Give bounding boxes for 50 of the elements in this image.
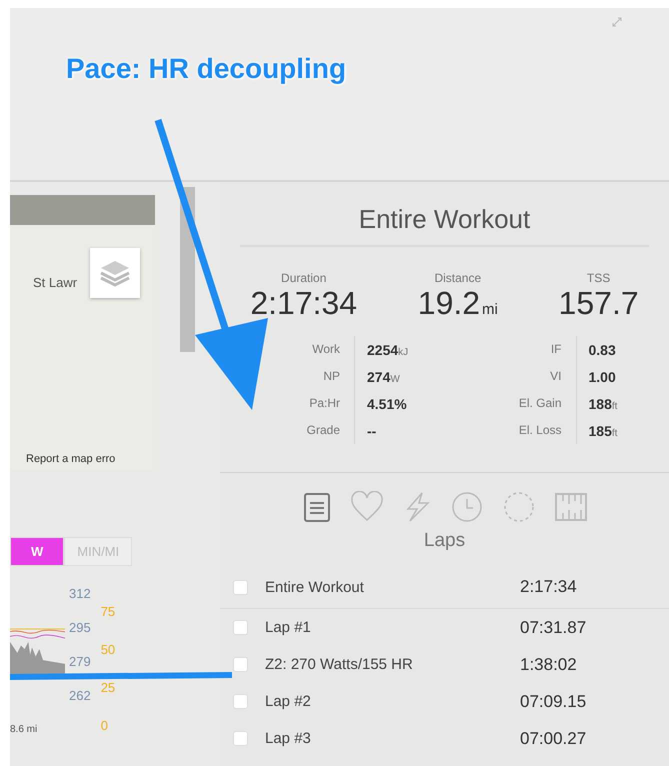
unit-toggle-button[interactable]: W — [10, 537, 64, 566]
metric-value: 0.83 — [588, 342, 616, 358]
metric-label: IF — [444, 336, 576, 363]
axis-tick-label: 0 — [100, 718, 109, 733]
metric-label: El. Gain — [444, 390, 576, 417]
lap-time: 2:17:34 — [520, 577, 577, 597]
metric-value: 188ft — [588, 396, 618, 412]
lap-time: 07:31.87 — [520, 618, 586, 638]
lap-time: 07:00.27 — [520, 728, 586, 748]
stat-value: 19.2 mi — [418, 285, 498, 322]
metric-value: 1.00 — [588, 368, 616, 384]
metric-value: 2254kJ — [366, 342, 408, 358]
layers-button[interactable] — [90, 248, 140, 298]
axis-tick-label: 25 — [100, 680, 116, 695]
lap-name: Lap #1 — [265, 619, 312, 636]
map-place-label: St Lawr — [33, 275, 78, 290]
stat-label: Distance — [433, 271, 482, 285]
stat-value: 157.7 — [558, 285, 639, 322]
distance-axis-label: 8.6 mi — [10, 724, 38, 735]
lap-checkbox[interactable] — [233, 694, 248, 709]
lap-checkbox[interactable] — [233, 657, 248, 672]
lap-time: 07:09.15 — [520, 692, 586, 712]
metric-value: -- — [366, 422, 376, 438]
lap-checkbox[interactable] — [233, 620, 248, 635]
lap-checkbox[interactable] — [233, 731, 248, 746]
lap-checkbox[interactable] — [233, 580, 248, 594]
axis-tick-label: 312 — [69, 586, 91, 601]
panel-title: Entire Workout — [240, 182, 649, 247]
metric-value: 274W — [366, 368, 400, 384]
metric-label: Grade — [220, 417, 355, 444]
report-map-error-link[interactable]: Report a map erro — [26, 453, 116, 465]
lap-name: Entire Workout — [265, 578, 365, 596]
metric-value: 185ft — [588, 422, 618, 438]
axis-tick-label: 279 — [69, 654, 91, 669]
metric-label: El. Loss — [444, 417, 576, 444]
stat-value: 2:17:34 — [250, 285, 358, 322]
metric-label: VI — [444, 363, 576, 390]
stat-label: TSS — [586, 271, 612, 285]
axis-tick-label: 262 — [69, 688, 91, 703]
lap-name: Z2: 270 Watts/155 HR — [265, 656, 414, 673]
stat-label: Duration — [280, 271, 328, 285]
axis-tick-label: 75 — [100, 604, 116, 619]
lap-time: 1:38:02 — [520, 654, 577, 674]
metric-value: 4.51% — [366, 396, 407, 412]
laps-heading: Laps — [422, 530, 466, 552]
axis-tick-label: 295 — [69, 620, 91, 635]
lap-name: Lap #2 — [265, 693, 312, 710]
lap-name: Lap #3 — [265, 730, 312, 747]
annotation-title: Pace: HR decoupling — [66, 53, 346, 85]
axis-tick-label: 50 — [100, 642, 116, 657]
